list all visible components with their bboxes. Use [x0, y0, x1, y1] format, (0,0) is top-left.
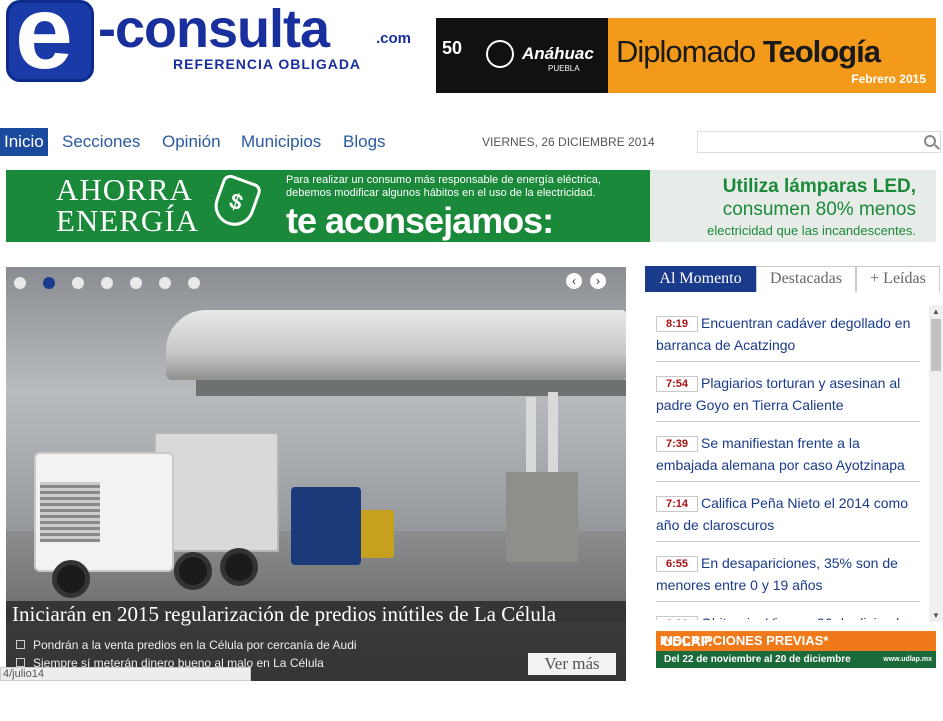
- main-nav: Inicio Secciones Opinión Municipios Blog…: [0, 128, 943, 158]
- slider-dot[interactable]: [130, 277, 142, 289]
- current-date: VIERNES, 26 DICIEMBRE 2014: [482, 135, 655, 149]
- news-time: 6:30: [656, 616, 698, 620]
- news-tabs: Al Momento Destacadas + Leídas: [645, 266, 940, 292]
- news-time: 7:54: [656, 376, 698, 392]
- news-item[interactable]: 7:39 Se manifiestan frente a la embajada …: [656, 422, 920, 482]
- ad-banner-ahorra-energia[interactable]: AHORRA ENERGÍA $ Para realizar un consumo…: [6, 170, 936, 242]
- logo-e-mark: e: [6, 0, 94, 82]
- slide-headline[interactable]: Iniciarán en 2015 regularización de pred…: [12, 602, 556, 627]
- news-item[interactable]: 7:14 Califica Peña Nieto el 2014 como año…: [656, 482, 920, 542]
- nav-opinion[interactable]: Opinión: [158, 128, 225, 156]
- search-input[interactable]: [697, 131, 941, 153]
- news-time: 6:55: [656, 556, 698, 572]
- ad-diplomado: Diplomado Teología Febrero 2015: [608, 18, 936, 93]
- slider-dot[interactable]: [43, 277, 55, 289]
- slider-dot[interactable]: [188, 277, 200, 289]
- news-title-link[interactable]: Obituario: Viernes 26 de diciembre: [701, 615, 916, 620]
- tab-destacadas[interactable]: Destacadas: [756, 266, 856, 292]
- slide-related-link[interactable]: Pondrán a la venta predios en la Célula …: [16, 638, 357, 652]
- news-item[interactable]: 6:30Obituario: Viernes 26 de diciembre: [656, 602, 920, 620]
- logo-tagline: REFERENCIA OBLIGADA: [173, 56, 362, 72]
- ad-anahuac-logo: 50 Anáhuac PUEBLA: [436, 18, 608, 93]
- plug-icon: $: [208, 172, 264, 232]
- news-time: 7:14: [656, 496, 698, 512]
- tab-mas-leidas[interactable]: + Leídas: [856, 266, 940, 292]
- ad-banner-anahuac[interactable]: 50 Anáhuac PUEBLA Diplomado Teología Feb…: [436, 18, 936, 93]
- nav-blogs[interactable]: Blogs: [339, 128, 390, 156]
- slider-next-icon[interactable]: ›: [590, 273, 606, 289]
- ver-mas-button[interactable]: Ver más: [528, 653, 616, 675]
- news-item[interactable]: 6:55 En desapariciones, 35% son de menore…: [656, 542, 920, 602]
- tab-al-momento[interactable]: Al Momento: [645, 266, 756, 292]
- seal-icon: [486, 40, 514, 68]
- search-icon[interactable]: [924, 135, 936, 147]
- news-item[interactable]: 8:19 Encuentran cadáver degollado en barr…: [656, 302, 920, 362]
- news-list: 8:19 Encuentran cadáver degollado en barr…: [656, 302, 920, 620]
- news-time: 8:19: [656, 316, 698, 332]
- featured-slider[interactable]: ‹ › Iniciarán en 2015 regularización de …: [6, 267, 626, 681]
- nav-municipios[interactable]: Municipios: [237, 128, 325, 156]
- scroll-down-icon[interactable]: ▼: [932, 611, 940, 620]
- ad-banner-udlap[interactable]: INSCRIPCIONES PREVIAS* UDLAP. Del 22 de n…: [656, 631, 936, 668]
- slider-dot[interactable]: [101, 277, 113, 289]
- nav-secciones[interactable]: Secciones: [58, 128, 144, 156]
- slider-dot[interactable]: [159, 277, 171, 289]
- slider-prev-icon[interactable]: ‹: [566, 273, 582, 289]
- slider-dot[interactable]: [14, 277, 26, 289]
- nav-inicio[interactable]: Inicio: [0, 128, 48, 156]
- slider-dot[interactable]: [72, 277, 84, 289]
- logo-wordmark: -consulta: [98, 0, 330, 59]
- news-time: 7:39: [656, 436, 698, 452]
- logo-com: .com: [376, 30, 412, 47]
- slider-dots: [14, 277, 200, 289]
- news-scrollbar[interactable]: ▲ ▼: [929, 305, 943, 622]
- browser-status-bar: 4/julio14: [0, 667, 251, 681]
- news-item[interactable]: 7:54 Plagiarios torturan y asesinan al pa…: [656, 362, 920, 422]
- site-logo[interactable]: e -consulta .com REFERENCIA OBLIGADA: [6, 0, 426, 90]
- scroll-up-icon[interactable]: ▲: [932, 307, 940, 316]
- scroll-thumb[interactable]: [931, 319, 941, 371]
